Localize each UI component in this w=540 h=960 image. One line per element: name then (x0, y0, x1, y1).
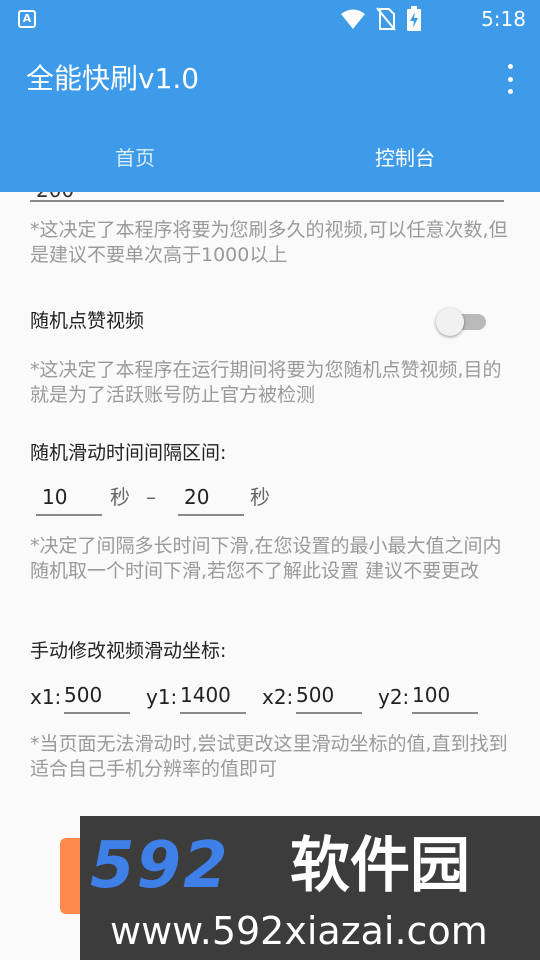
y1-input[interactable]: 1400 (180, 680, 246, 714)
interval-min-input[interactable]: 10 (36, 482, 102, 516)
interval-max-input[interactable]: 20 (178, 482, 244, 516)
status-bar: A 5:18 (0, 0, 540, 38)
status-time: 5:18 (481, 7, 526, 31)
y1-label: y1: (146, 685, 178, 709)
battery-charging-icon (407, 6, 421, 31)
swipe-count-hint: *这决定了本程序将要为您刷多久的视频,可以任意次数,但是建议不要单次高于1000… (30, 219, 508, 266)
random-like-hint: *这决定了本程序在运行期间将要为您随机点赞视频,目的就是为了活跃账号防止官方被检… (30, 359, 502, 406)
random-like-switch[interactable] (436, 308, 488, 336)
interval-hint: *决定了间隔多长时间下滑,在您设置的最小最大值之间内随机取一个时间下滑,若您不了… (30, 535, 502, 582)
watermark-banner: 592 软件园 www.592xiazai.com (80, 816, 540, 960)
watermark-url: www.592xiazai.com (110, 909, 488, 953)
status-icons (340, 6, 422, 31)
random-like-label: 随机点赞视频 (30, 310, 145, 332)
app-notification-icon: A (18, 10, 36, 28)
x2-input[interactable]: 500 (296, 680, 362, 714)
coords-label: 手动修改视频滑动坐标: (30, 640, 227, 662)
no-sim-icon (376, 7, 396, 31)
overflow-menu-icon[interactable] (502, 64, 518, 94)
interval-separator: – (146, 485, 156, 509)
wifi-icon (341, 9, 365, 29)
y2-label: y2: (378, 685, 410, 709)
tab-home[interactable]: 首页 (0, 120, 270, 192)
app-bar: 全能快刷v1.0 (0, 38, 540, 120)
x2-label: x2: (262, 685, 294, 709)
watermark-name: 软件园 (290, 831, 470, 901)
interval-max-unit: 秒 (250, 485, 270, 509)
interval-label: 随机滑动时间间隔区间: (30, 442, 227, 464)
watermark-logo: 592 (90, 829, 230, 903)
interval-min-unit: 秒 (110, 485, 130, 509)
tab-console[interactable]: 控制台 (270, 120, 540, 192)
y2-input[interactable]: 100 (412, 680, 478, 714)
swipe-count-field[interactable] (30, 200, 504, 202)
switch-thumb (436, 308, 464, 336)
tab-bar: 首页 控制台 (0, 120, 540, 192)
x1-label: x1: (30, 685, 62, 709)
coords-hint: *当页面无法滑动时,尝试更改这里滑动坐标的值,直到找到适合自己手机分辨率的值即可 (30, 733, 508, 780)
app-title: 全能快刷v1.0 (26, 62, 200, 95)
x1-input[interactable]: 500 (64, 680, 130, 714)
